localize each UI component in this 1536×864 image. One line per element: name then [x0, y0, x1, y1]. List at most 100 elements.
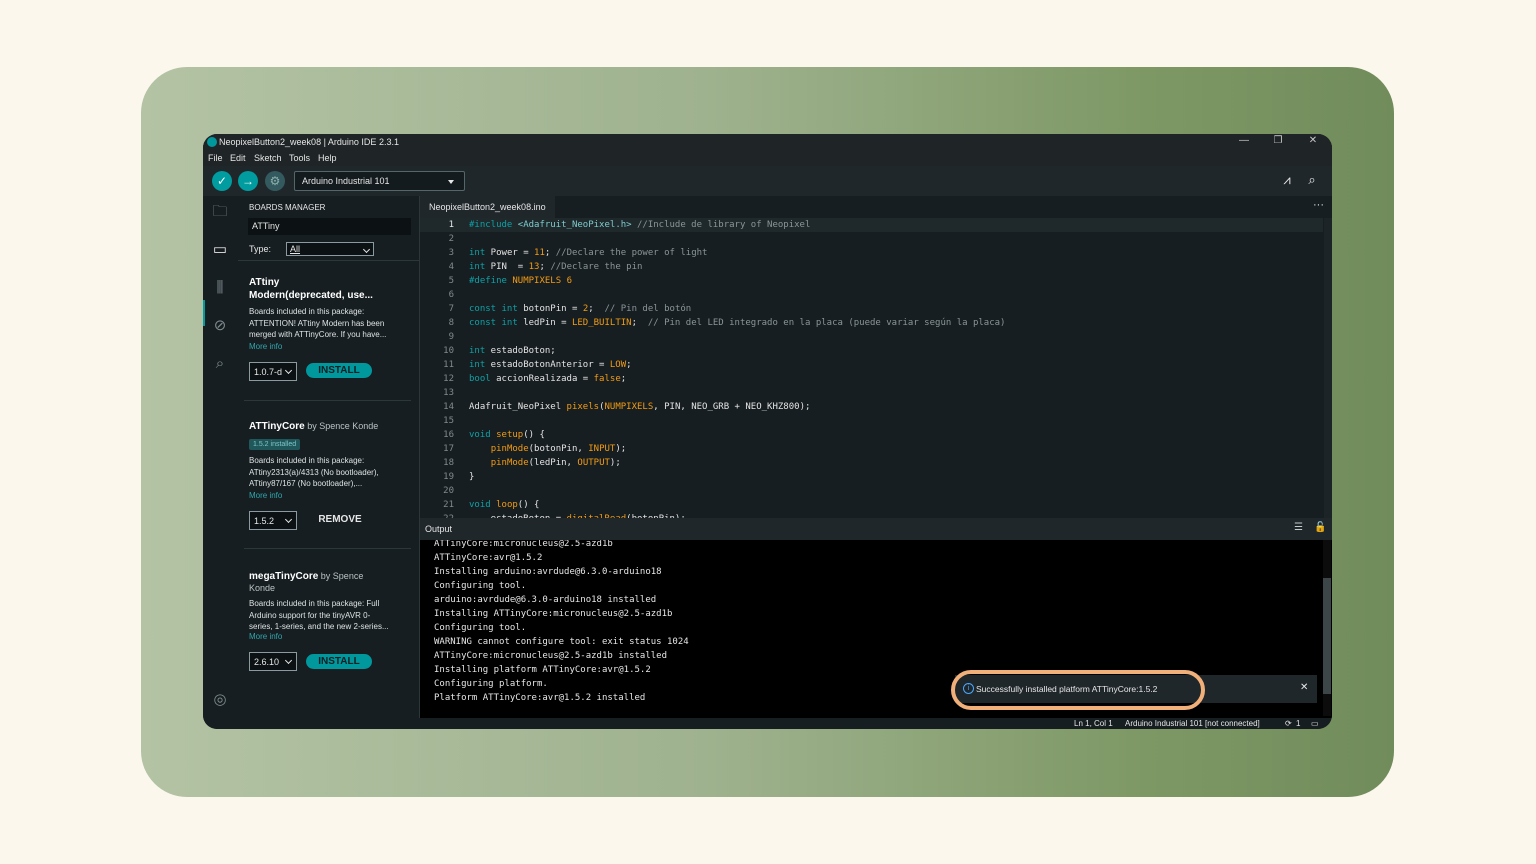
board-card-name: ATTinyCore — [249, 421, 305, 432]
board-selector[interactable]: Arduino Industrial 101 — [294, 171, 465, 191]
version-value: 1.5.2 — [254, 516, 275, 526]
editor-scrollbar[interactable] — [1324, 218, 1332, 518]
code-line: 14 Adafruit_NeoPixel pixels(NUMPIXELS, PI… — [420, 400, 1323, 414]
type-filter-select[interactable]: All — [286, 242, 374, 256]
output-line: ATTinyCore:avr@1.5.2 — [434, 553, 543, 563]
line-number: 16 — [443, 430, 454, 440]
code-line: 5 #define NUMPIXELS 6 — [420, 274, 1323, 288]
output-line: Installing arduino:avrdude@6.3.0-arduino… — [434, 567, 662, 577]
board-card-title: ATTinyCore by Spence Konde — [249, 420, 412, 433]
board-card-title: megaTinyCore by Spence — [249, 570, 412, 583]
menu-help[interactable]: Help — [318, 153, 337, 163]
toggle-panel-icon[interactable]: ▭ — [1311, 719, 1319, 728]
notifications-icon[interactable]: ⟳ — [1285, 719, 1292, 728]
menu-tools[interactable]: Tools — [289, 153, 310, 163]
sketchbook-icon[interactable]: 🗀 — [210, 202, 230, 222]
code-line: 3 int Power = 11; //Declare the power of … — [420, 246, 1323, 260]
library-manager-icon[interactable]: ⫼ — [210, 278, 230, 298]
code-text: void loop() { — [469, 500, 540, 510]
title-bar: NeopixelButton2_week08 | Arduino IDE 2.3… — [203, 134, 1332, 151]
desc-line: Boards included in this package: — [249, 456, 365, 465]
more-info-link[interactable]: More info — [249, 490, 412, 501]
boards-manager-title: BOARDS MANAGER — [249, 203, 326, 212]
board-status[interactable]: Arduino Industrial 101 [not connected] — [1125, 719, 1260, 728]
line-number: 8 — [448, 318, 454, 328]
output-line: ATTinyCore:micronucleus@2.5-azd1b instal… — [434, 651, 667, 661]
output-line: WARNING cannot configure tool: exit stat… — [434, 637, 689, 647]
board-card-description: Boards included in this package: ATtiny2… — [249, 455, 412, 490]
code-line: 6 — [420, 288, 1323, 302]
close-window-button[interactable]: ✕ — [1306, 135, 1320, 146]
line-number: 1 — [448, 220, 454, 230]
tab-sketch[interactable]: NeopixelButton2_week08.ino — [420, 196, 555, 218]
serial-monitor-icon[interactable]: ⌕ — [1303, 172, 1321, 190]
desc-line: merged with ATTinyCore. If you have... — [249, 330, 387, 339]
board-card-megatinycore: megaTinyCore by Spence Konde Boards incl… — [249, 570, 412, 642]
boards-manager-icon[interactable]: ▭ — [210, 240, 230, 260]
arduino-ide-window: NeopixelButton2_week08 | Arduino IDE 2.3… — [203, 134, 1332, 729]
more-info-link[interactable]: More info — [249, 341, 412, 352]
code-text: pinMode(ledPin, OUTPUT); — [490, 458, 621, 468]
code-text: pinMode(botonPin, INPUT); — [490, 444, 627, 454]
desc-line: Boards included in this package: Full — [249, 599, 380, 608]
output-line: Configuring platform. — [434, 679, 548, 689]
line-number: 9 — [448, 332, 454, 342]
version-select[interactable]: 2.6.10 — [249, 652, 297, 671]
boards-manager-panel: BOARDS MANAGER ATTiny Type: All ATtiny M… — [238, 196, 419, 720]
type-filter-value: All — [290, 244, 301, 254]
line-number: 20 — [443, 486, 454, 496]
menu-bar: File Edit Sketch Tools Help — [203, 151, 1332, 166]
restore-button[interactable]: ❐ — [1271, 135, 1285, 146]
output-line: arduino:avrdude@6.3.0-arduino18 installe… — [434, 595, 657, 605]
board-card-name: megaTinyCore — [249, 571, 319, 582]
version-select[interactable]: 1.0.7-d — [249, 362, 297, 381]
line-number: 11 — [443, 360, 454, 370]
code-line: 7 const int botonPin = 2; // Pin del botó… — [420, 302, 1323, 316]
version-value: 2.6.10 — [254, 657, 280, 667]
debug-icon[interactable]: ⊘ — [210, 316, 230, 336]
more-options-icon[interactable]: ··· — [1313, 199, 1324, 211]
version-select[interactable]: 1.5.2 — [249, 511, 297, 530]
menu-sketch[interactable]: Sketch — [254, 153, 282, 163]
cursor-position[interactable]: Ln 1, Col 1 — [1074, 719, 1113, 728]
output-scrollbar-thumb[interactable] — [1323, 578, 1331, 694]
upload-button[interactable]: → — [238, 171, 258, 191]
minimize-button[interactable]: — — [1237, 135, 1251, 146]
output-line: ATTinyCore:micronucleus@2.5-azd1b — [434, 540, 613, 549]
line-number: 21 — [443, 500, 454, 510]
install-button[interactable]: INSTALL — [306, 363, 372, 378]
code-text: int estadoBoton; — [469, 346, 556, 356]
line-number: 3 — [448, 248, 454, 258]
code-text: int estadoBotonAnterior = LOW; — [469, 360, 632, 370]
install-button[interactable]: INSTALL — [306, 654, 372, 669]
code-line: 15 — [420, 414, 1323, 428]
board-card-name: ATtiny — [249, 277, 280, 288]
code-line: 17 pinMode(botonPin, INPUT); — [420, 442, 1323, 456]
tab-label: NeopixelButton2_week08.ino — [429, 202, 546, 212]
line-number: 15 — [443, 416, 454, 426]
search-icon[interactable]: ⌕ — [210, 354, 230, 374]
clear-output-icon[interactable]: ☰ — [1294, 522, 1303, 533]
serial-plotter-icon[interactable]: ⩘ — [1278, 172, 1296, 190]
code-line: 11 int estadoBotonAnterior = LOW; — [420, 358, 1323, 372]
line-number: 18 — [443, 458, 454, 468]
profile-icon[interactable]: ◎ — [210, 690, 230, 710]
menu-edit[interactable]: Edit — [230, 153, 246, 163]
output-line: Platform ATTinyCore:avr@1.5.2 installed — [434, 693, 646, 703]
board-card-attiny-modern: ATtiny Modern(deprecated, use... Boards … — [249, 276, 412, 352]
lock-scroll-icon[interactable]: 🔓 — [1314, 522, 1326, 533]
chevron-down-icon — [284, 515, 293, 524]
verify-button[interactable]: ✓ — [212, 171, 232, 191]
menu-file[interactable]: File — [208, 153, 223, 163]
remove-button[interactable]: REMOVE — [307, 512, 373, 527]
code-text: #define NUMPIXELS 6 — [469, 276, 572, 286]
debug-button[interactable]: ⚙ — [265, 171, 285, 191]
toolbar: ✓ → ⚙ Arduino Industrial 101 ⩘ ⌕ — [203, 166, 1332, 196]
code-text: #include <Adafruit_NeoPixel.h> //Include… — [469, 220, 811, 230]
code-line: 19} — [420, 470, 1323, 484]
boards-search-input[interactable]: ATTiny — [248, 218, 411, 235]
code-line: 10 int estadoBoton; — [420, 344, 1323, 358]
code-area[interactable]: 1 #include <Adafruit_NeoPixel.h> //Includ… — [420, 218, 1323, 518]
line-number: 13 — [443, 388, 454, 398]
close-notification-icon[interactable]: ✕ — [1300, 682, 1308, 693]
